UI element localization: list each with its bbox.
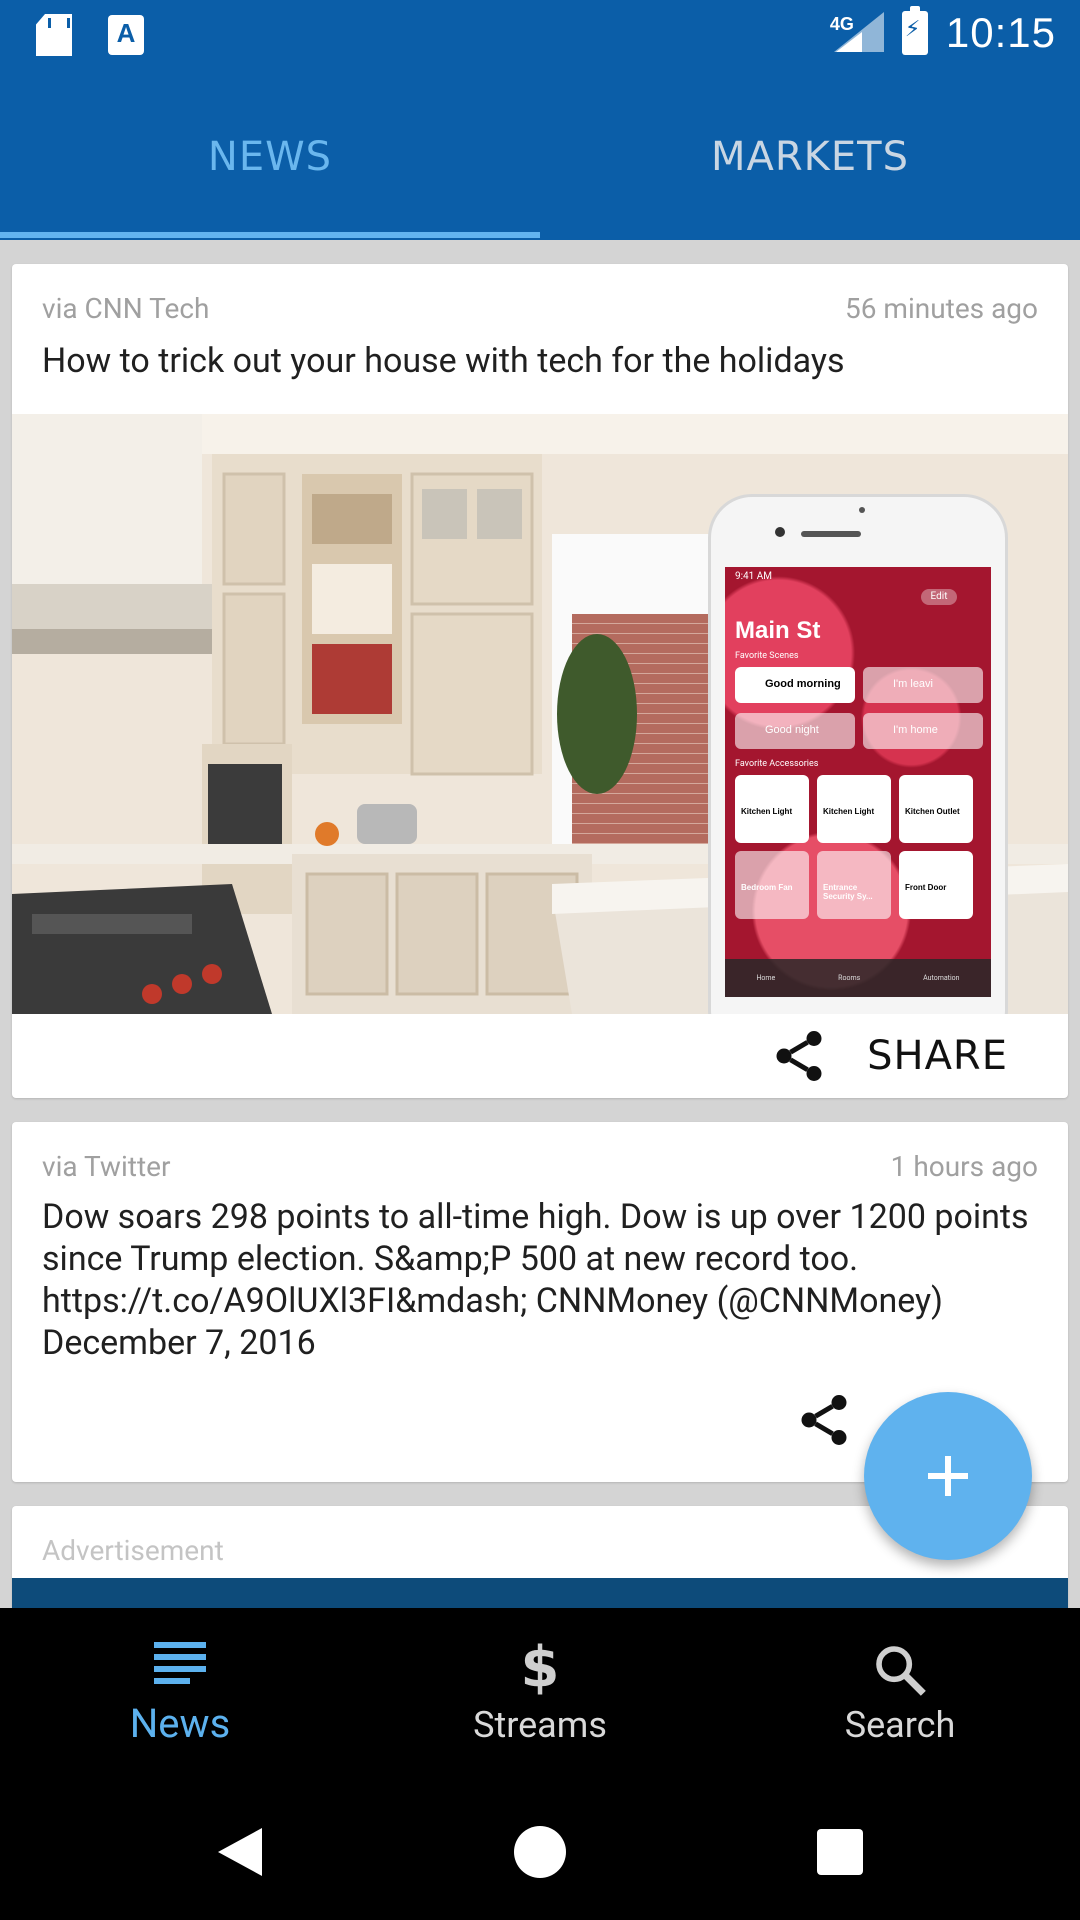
share-label: SHARE <box>867 1033 1008 1079</box>
home-circle-icon <box>514 1826 566 1878</box>
card-timestamp: 56 minutes ago <box>844 292 1038 325</box>
search-icon <box>876 1646 926 1696</box>
bottom-navigation: News $ Streams Search <box>0 1608 1080 1784</box>
signal-icon: 4G <box>830 8 884 58</box>
share-icon <box>801 1395 847 1445</box>
sd-card-icon <box>36 14 72 56</box>
article-image[interactable]: 9:41 AM Edit Main St Favorite Scenes Goo… <box>12 414 1068 1014</box>
nav-news[interactable]: News <box>0 1608 360 1784</box>
share-button[interactable]: SHARE <box>769 1026 1008 1086</box>
share-button[interactable] <box>794 1390 854 1450</box>
card-timestamp: 1 hours ago <box>890 1150 1038 1183</box>
nav-search-label: Search <box>844 1704 956 1746</box>
add-fab-button[interactable] <box>864 1392 1032 1560</box>
nav-search[interactable]: Search <box>720 1608 1080 1784</box>
clock: 10:15 <box>945 9 1056 56</box>
keyboard-notification-icon: A <box>108 15 144 55</box>
card-headline[interactable]: Dow soars 298 points to all-time high. D… <box>42 1196 1038 1364</box>
battery-charging-icon <box>901 6 928 55</box>
news-card[interactable]: via CNN Tech 56 minutes ago How to trick… <box>12 264 1068 1098</box>
recents-button[interactable] <box>800 1784 880 1920</box>
nav-news-label: News <box>129 1700 231 1747</box>
ad-label: Advertisement <box>42 1534 224 1567</box>
card-headline[interactable]: How to trick out your house with tech fo… <box>42 340 1038 382</box>
recents-square-icon <box>817 1829 863 1875</box>
phone-screen: 9:41 AM Edit Main St Favorite Scenes Goo… <box>725 567 991 997</box>
system-navigation-bar <box>0 1784 1080 1920</box>
card-source: via Twitter <box>42 1150 171 1183</box>
tab-indicator <box>0 232 540 238</box>
list-icon <box>154 1642 206 1684</box>
plus-icon <box>928 1456 968 1496</box>
top-tab-bar: NEWS MARKETS <box>0 74 1080 240</box>
back-button[interactable] <box>200 1784 280 1920</box>
nav-streams-label: Streams <box>473 1704 607 1746</box>
ad-banner[interactable] <box>12 1578 1068 1608</box>
nav-streams[interactable]: $ Streams <box>360 1608 720 1784</box>
status-bar: A 4G 10:15 <box>0 0 1080 74</box>
tab-markets[interactable]: MARKETS <box>540 74 1080 240</box>
phone-mockup: 9:41 AM Edit Main St Favorite Scenes Goo… <box>708 494 1008 1014</box>
card-source: via CNN Tech <box>42 292 210 325</box>
home-button[interactable] <box>500 1784 580 1920</box>
back-triangle-icon <box>218 1828 262 1876</box>
dollar-icon: $ <box>520 1635 560 1700</box>
share-icon <box>776 1031 822 1081</box>
tab-news[interactable]: NEWS <box>0 74 540 240</box>
